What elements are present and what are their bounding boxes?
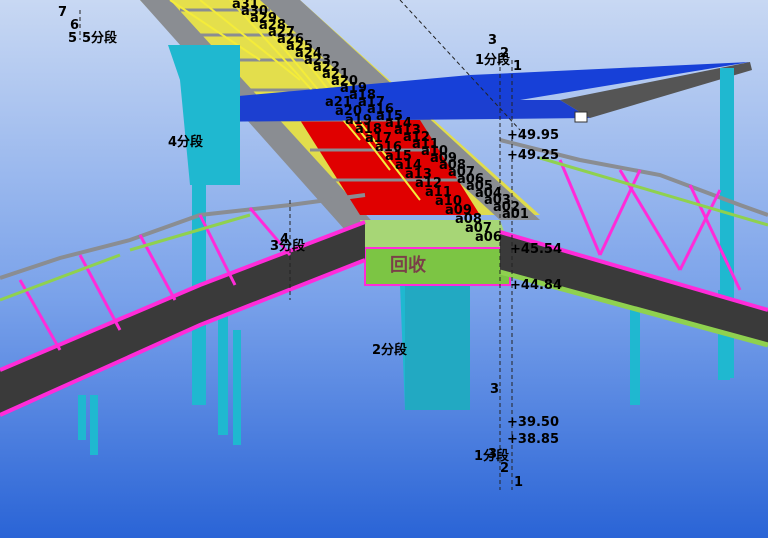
elevation-label: +38.85 bbox=[507, 432, 560, 447]
segment-label: 7 bbox=[58, 5, 68, 20]
segment-label: 5 bbox=[68, 31, 78, 46]
landing-sign: 回收 bbox=[390, 255, 426, 276]
elevation-label: +44.84 bbox=[510, 278, 563, 293]
segment-label: 1 bbox=[513, 59, 523, 74]
segment-label: 3分段 bbox=[270, 239, 306, 254]
elevation-label: +39.50 bbox=[507, 415, 560, 430]
model-viewport[interactable]: 7 6 5 5分段 3 2 1分段 1 4分段 4 3分段 2分段 3 3 1分… bbox=[0, 0, 768, 538]
elevation-label: +49.95 bbox=[507, 128, 560, 143]
segment-label: 4分段 bbox=[168, 135, 204, 150]
elevation-label: +45.54 bbox=[510, 242, 563, 257]
node-label: a06 bbox=[475, 230, 502, 245]
segment-label: 3 bbox=[490, 382, 500, 397]
segment-label: 1分段 bbox=[475, 53, 511, 68]
segment-label: 2 bbox=[500, 461, 510, 476]
structure-3d-view[interactable] bbox=[0, 0, 768, 538]
node-label: a01 bbox=[502, 207, 529, 222]
segment-label: 1 bbox=[514, 475, 524, 490]
segment-label: 3 bbox=[488, 33, 498, 48]
segment-label: 5分段 bbox=[82, 31, 118, 46]
elevation-label: +49.25 bbox=[507, 148, 560, 163]
segment-label: 2分段 bbox=[372, 343, 408, 358]
